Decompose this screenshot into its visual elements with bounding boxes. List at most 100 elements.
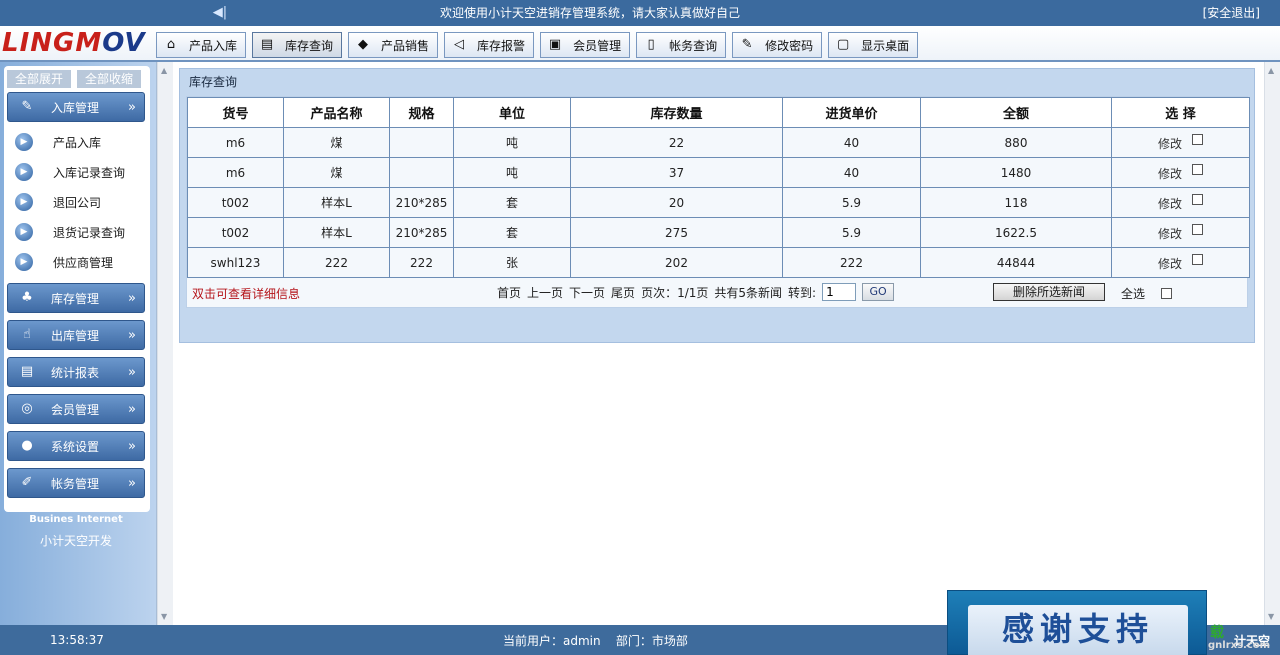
cell-spec: 210*285 [389, 217, 454, 248]
tab-label: 产品入库 [189, 38, 238, 53]
collapse-sidebar-icon[interactable]: ◀| [210, 4, 230, 22]
cell-qty: 275 [570, 217, 783, 248]
cell-amount: 44844 [920, 247, 1112, 278]
chevron-right-icon: » [128, 290, 136, 306]
total-count: 共有5条新闻 [714, 285, 783, 300]
sidebar-item-label: 退货记录查询 [53, 225, 126, 240]
cell-code: m6 [187, 127, 284, 158]
user-info: 当前用户：admin 部门：市场部 [503, 632, 688, 649]
scroll-down-icon[interactable]: ▼ [161, 612, 167, 621]
column-header: 单位 [453, 97, 571, 128]
column-header: 货号 [187, 97, 284, 128]
select-all-group: 全选 [1121, 285, 1173, 302]
tab-change-password[interactable]: ✎ 修改密码 [732, 32, 823, 58]
inventory-icon: ♣ [21, 290, 33, 305]
menu-label: 帐务管理 [51, 476, 100, 491]
tab-label: 显示桌面 [861, 38, 910, 53]
cell-unit: 吨 [453, 157, 571, 188]
tab-inventory-query[interactable]: ▤ 库存查询 [252, 32, 343, 58]
menu-settings[interactable]: ● 系统设置 » [7, 431, 145, 461]
edit-link[interactable]: 修改 [1158, 137, 1182, 151]
top-bar: ◀| 欢迎使用小计天空进销存管理系统，请大家认真做好自己 [安全退出] [0, 0, 1280, 26]
sidebar-item-label: 供应商管理 [53, 255, 114, 270]
chevron-right-icon: » [128, 401, 136, 417]
tab-label: 帐务查询 [669, 38, 718, 53]
sidebar-item-supplier[interactable]: ▶ 供应商管理 [4, 249, 150, 275]
sidebar-item-product-in[interactable]: ▶ 产品入库 [4, 129, 150, 155]
table-row[interactable]: m6 煤 吨 37 40 1480 修改 [187, 157, 1250, 188]
welcome-text: 欢迎使用小计天空进销存管理系统，请大家认真做好自己 [439, 6, 740, 20]
department: 部门：市场部 [615, 634, 688, 648]
tab-account-query[interactable]: ▯ 帐务查询 [636, 32, 727, 58]
cell-name: 煤 [283, 127, 390, 158]
cell-spec [389, 157, 454, 188]
table-row[interactable]: m6 煤 吨 22 40 880 修改 [187, 127, 1250, 158]
go-button[interactable]: GO [862, 283, 895, 301]
document-icon: ▤ [260, 37, 274, 52]
tab-product-in[interactable]: ⌂ 产品入库 [156, 32, 247, 58]
row-checkbox[interactable] [1192, 163, 1203, 175]
last-page-link[interactable]: 尾页 [611, 284, 635, 301]
scroll-up-icon[interactable]: ▲ [1268, 66, 1274, 75]
collapse-all-button[interactable]: 全部收缩 [77, 70, 141, 88]
menu-report[interactable]: ▤ 统计报表 » [7, 357, 145, 387]
menu-label: 入库管理 [51, 100, 100, 115]
left-scrollbar[interactable]: ▲ ▼ [157, 62, 173, 625]
cell-amount: 880 [920, 127, 1112, 158]
tab-inventory-alarm[interactable]: ◁ 库存报警 [444, 32, 535, 58]
edit-link[interactable]: 修改 [1158, 227, 1182, 241]
logo-text-b: OV [102, 28, 146, 58]
header: LINGMOV ⌂ 产品入库 ▤ 库存查询 ◆ 产品销售 ◁ 库存报警 ▣ 会员管理 ▯ 帐… [0, 26, 1280, 62]
sidebar: 全部展开 全部收缩 ✎ 入库管理 » ▶ 产品入库 ▶ 入库记录查询 ▶ 退回公… [4, 66, 150, 512]
cell-amount: 1622.5 [920, 217, 1112, 248]
prev-page-link[interactable]: 上一页 [527, 284, 563, 301]
menu-inventory[interactable]: ♣ 库存管理 » [7, 283, 145, 313]
page-number-input[interactable] [822, 283, 857, 301]
edit-link[interactable]: 修改 [1158, 197, 1182, 211]
tab-product-sales[interactable]: ◆ 产品销售 [348, 32, 439, 58]
tab-show-desktop[interactable]: ▢ 显示桌面 [828, 32, 919, 58]
cell-name: 煤 [283, 157, 390, 188]
logout-link[interactable]: [安全退出] [1203, 0, 1260, 26]
delete-selected-button[interactable]: 删除所选新闻 [993, 283, 1105, 301]
row-checkbox[interactable] [1192, 223, 1203, 235]
cell-select: 修改 [1111, 187, 1250, 218]
cell-qty: 202 [570, 247, 783, 278]
next-page-link[interactable]: 下一页 [569, 284, 605, 301]
cell-amount: 1480 [920, 157, 1112, 188]
sidebar-item-label: 入库记录查询 [53, 165, 126, 180]
sidebar-footer-cn: 小计天空开发 [39, 534, 112, 548]
sidebar-item-return-records[interactable]: ▶ 退货记录查询 [4, 219, 150, 245]
menu-stock-out[interactable]: ☝ 出库管理 » [7, 320, 145, 350]
column-header: 选 择 [1111, 97, 1250, 128]
thanks-banner: 感谢支持 [947, 590, 1207, 655]
expand-all-button[interactable]: 全部展开 [7, 70, 71, 88]
menu-label: 系统设置 [51, 439, 100, 454]
sidebar-item-label: 退回公司 [53, 195, 102, 210]
select-all-checkbox[interactable] [1161, 288, 1173, 299]
house-icon: ⌂ [166, 37, 176, 52]
menu-stock-in[interactable]: ✎ 入库管理 » [7, 92, 145, 122]
menu-member[interactable]: ◎ 会员管理 » [7, 394, 145, 424]
row-checkbox[interactable] [1192, 253, 1203, 265]
goto-label: 转到: [788, 285, 817, 300]
scroll-down-icon[interactable]: ▼ [1268, 612, 1274, 621]
tab-member-management[interactable]: ▣ 会员管理 [540, 32, 631, 58]
table-row[interactable]: t002 样本L 210*285 套 275 5.9 1622.5 修改 [187, 217, 1250, 248]
tab-label: 修改密码 [765, 38, 814, 53]
table-footer: 双击可查看详细信息 首页 上一页 下一页 尾页 页次：1/1页 共有5条新闻 转… [187, 277, 1249, 307]
scroll-up-icon[interactable]: ▲ [161, 66, 167, 75]
sidebar-item-return-company[interactable]: ▶ 退回公司 [4, 189, 150, 215]
menu-accounting[interactable]: ✐ 帐务管理 » [7, 468, 145, 498]
row-checkbox[interactable] [1192, 193, 1203, 205]
edit-link[interactable]: 修改 [1158, 167, 1182, 181]
first-page-link[interactable]: 首页 [497, 284, 521, 301]
edit-link[interactable]: 修改 [1158, 257, 1182, 271]
sidebar-item-in-records[interactable]: ▶ 入库记录查询 [4, 159, 150, 185]
table-row[interactable]: swhl123 222 222 张 202 222 44844 修改 [187, 247, 1250, 278]
cell-qty: 22 [570, 127, 783, 158]
logo: LINGMOV [2, 28, 146, 58]
right-scrollbar[interactable]: ▲ ▼ [1264, 62, 1280, 625]
row-checkbox[interactable] [1192, 133, 1203, 145]
table-row[interactable]: t002 样本L 210*285 套 20 5.9 118 修改 [187, 187, 1250, 218]
